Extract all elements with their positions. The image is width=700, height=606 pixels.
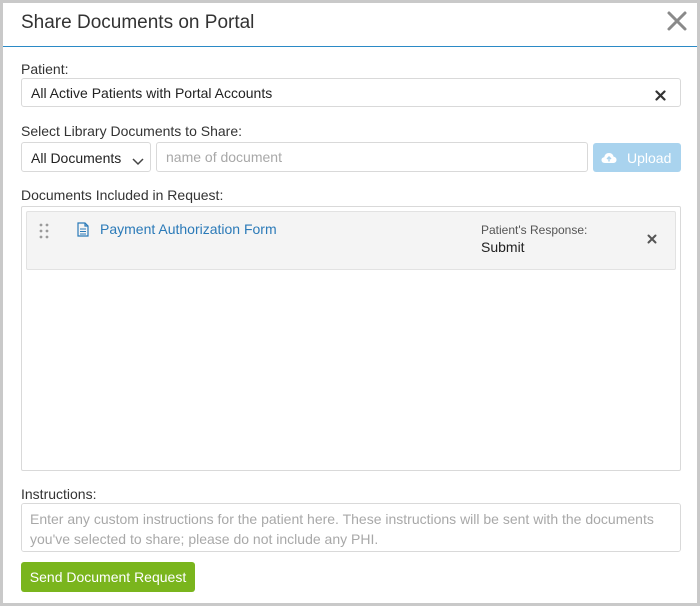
patient-value: All Active Patients with Portal Accounts (31, 85, 273, 101)
upload-label: Upload (627, 150, 672, 166)
instructions-label: Instructions: (21, 486, 97, 502)
document-search-input[interactable] (156, 142, 588, 172)
response-label: Patient's Response: (481, 223, 588, 237)
document-filter-value: All Documents (31, 150, 122, 166)
cloud-upload-icon (601, 151, 617, 163)
dialog-title: Share Documents on Portal (21, 12, 255, 33)
library-label: Select Library Documents to Share: (21, 123, 242, 139)
remove-icon[interactable] (647, 231, 657, 244)
response-value: Submit (481, 239, 525, 255)
list-item: Payment Authorization Form Patient's Res… (26, 211, 676, 270)
share-documents-dialog: Share Documents on Portal Patient: All A… (0, 0, 700, 606)
drag-handle-icon[interactable] (39, 223, 49, 239)
included-label: Documents Included in Request: (21, 187, 224, 203)
chevron-down-icon (132, 153, 144, 166)
document-filter-select[interactable]: All Documents (21, 142, 151, 172)
patient-select[interactable]: All Active Patients with Portal Accounts (21, 78, 681, 107)
included-documents-list: Payment Authorization Form Patient's Res… (21, 206, 681, 471)
document-icon (77, 222, 89, 237)
instructions-textarea[interactable] (21, 503, 681, 552)
close-icon[interactable] (665, 9, 689, 33)
upload-button[interactable]: Upload (593, 143, 681, 172)
send-request-button[interactable]: Send Document Request (21, 562, 195, 592)
clear-icon[interactable] (655, 88, 666, 101)
patient-label: Patient: (21, 61, 69, 77)
document-link[interactable]: Payment Authorization Form (100, 221, 277, 237)
dialog-header: Share Documents on Portal (3, 3, 697, 47)
